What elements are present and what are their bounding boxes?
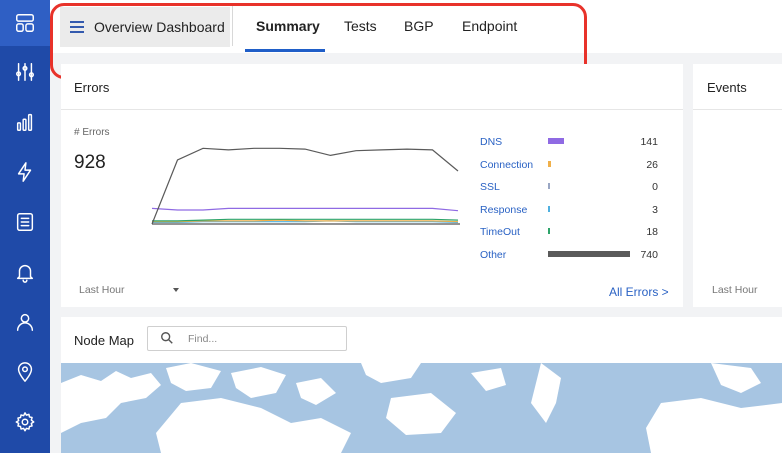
sidebar-item-settings[interactable] (0, 399, 50, 445)
node-search-input[interactable] (186, 330, 340, 348)
legend-bar (548, 160, 551, 167)
active-tab-indicator (245, 49, 325, 52)
legend-bar (548, 138, 564, 144)
dashboard-selector[interactable]: Overview Dashboard (60, 7, 230, 47)
legend-bar (548, 228, 550, 235)
list-doc-icon (16, 213, 34, 231)
errors-time-select[interactable]: Last Hour (79, 284, 179, 296)
sidebar-item-reports[interactable] (0, 99, 50, 145)
legend-count: 18 (646, 226, 658, 239)
bell-icon (16, 264, 34, 283)
dashboard-title: Overview Dashboard (94, 19, 225, 35)
errors-card-title: Errors (74, 80, 110, 95)
node-map-title: Node Map (74, 333, 134, 348)
map-land-shapes (61, 363, 782, 453)
errors-line-chart (151, 147, 460, 225)
sidebar-item-locations[interactable] (0, 349, 50, 395)
events-card-title: Events (707, 80, 747, 95)
divider (61, 109, 683, 110)
series-line-dns (151, 207, 459, 212)
tab-tests[interactable]: Tests (344, 0, 377, 53)
events-time-select[interactable]: Last Hour (712, 284, 758, 296)
lightning-icon (17, 162, 32, 182)
errors-metric-label: # Errors (74, 127, 110, 138)
tab-bgp[interactable]: BGP (404, 0, 434, 53)
errors-metric-value: 928 (74, 152, 106, 173)
sidebar-item-account[interactable] (0, 299, 50, 345)
sliders-icon (16, 63, 34, 81)
legend-item-response[interactable]: Response (480, 204, 527, 216)
sidebar-item-list[interactable] (0, 199, 50, 245)
all-errors-link[interactable]: All Errors > (609, 285, 669, 299)
bar-chart-icon (16, 113, 33, 131)
caret-down-icon (173, 288, 179, 292)
divider (232, 6, 233, 46)
sidebar-item-alerts[interactable] (0, 149, 50, 195)
errors-time-select-value: Last Hour (79, 284, 125, 296)
legend-item-other[interactable]: Other (480, 249, 506, 261)
events-card (693, 64, 782, 307)
legend-item-connection[interactable]: Connection (480, 159, 533, 171)
legend-item-ssl[interactable]: SSL (480, 181, 500, 193)
top-bar: Overview Dashboard Summary Tests BGP End… (50, 0, 782, 53)
tab-summary[interactable]: Summary (256, 0, 320, 53)
sidebar (0, 0, 50, 453)
legend-count: 740 (640, 249, 658, 261)
series-line-other (151, 147, 459, 225)
legend-count: 141 (640, 136, 658, 148)
legend-count: 0 (652, 181, 658, 194)
sidebar-item-dashboard[interactable] (0, 0, 50, 46)
gear-icon (15, 412, 35, 432)
legend-item-timeout[interactable]: TimeOut (480, 226, 520, 238)
sidebar-item-notifications[interactable] (0, 249, 50, 295)
hamburger-menu-icon[interactable] (68, 18, 86, 36)
user-icon (16, 313, 34, 331)
legend-count: 3 (652, 203, 658, 216)
sidebar-item-settings-sliders[interactable] (0, 49, 50, 95)
grid-icon (16, 14, 34, 32)
node-search-box[interactable] (147, 326, 347, 351)
legend-bar (548, 183, 550, 190)
location-pin-icon (17, 362, 33, 382)
legend-count: 26 (646, 158, 658, 171)
divider (693, 109, 782, 110)
world-map[interactable] (61, 363, 782, 453)
legend-item-dns[interactable]: DNS (480, 136, 502, 148)
search-icon (161, 332, 173, 344)
legend-bar (548, 205, 550, 212)
tab-endpoint[interactable]: Endpoint (462, 0, 517, 53)
